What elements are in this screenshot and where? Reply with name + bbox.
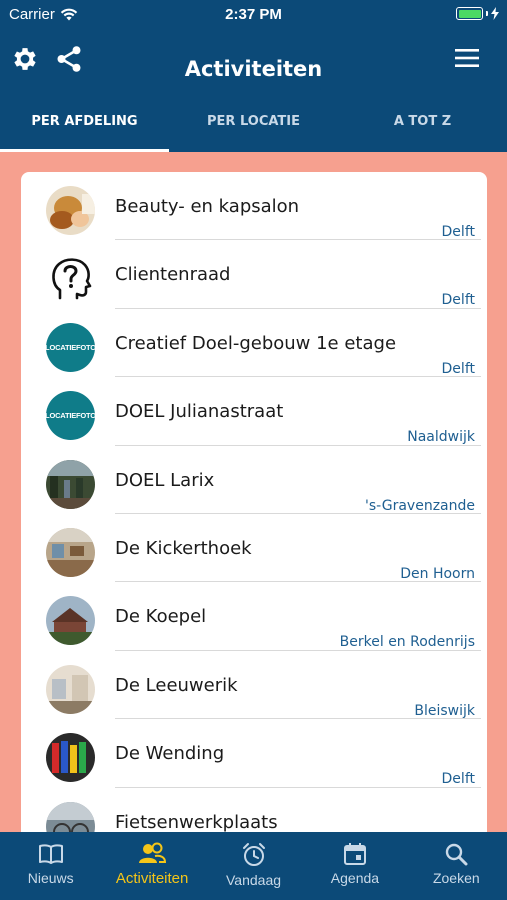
nav-bar: Activiteiten	[0, 30, 507, 102]
tab-vandaag[interactable]: Vandaag	[203, 832, 304, 900]
status-time: 2:37 PM	[225, 6, 282, 23]
item-location: Berkel en Rodenrijs	[339, 634, 475, 651]
charging-bolt-icon	[491, 7, 499, 20]
bottom-tab-bar: Nieuws Activiteiten Vandaag Agenda Zoeke…	[0, 832, 507, 900]
list-item[interactable]: De Leeuwerik Bleiswijk	[21, 651, 487, 720]
item-name: De Kickerthoek	[115, 537, 252, 559]
tab-a-tot-z[interactable]: A TOT Z	[338, 102, 507, 152]
item-location: Delft	[441, 224, 475, 240]
item-name: De Leeuwerik	[115, 674, 238, 696]
tab-agenda[interactable]: Agenda	[304, 832, 405, 900]
tab-per-locatie[interactable]: PER LOCATIE	[169, 102, 338, 152]
list-item[interactable]: De Wending Delft	[21, 719, 487, 788]
avatar	[46, 596, 95, 646]
list-item[interactable]: Clientenraad Delft	[21, 240, 487, 309]
tab-activiteiten[interactable]: Activiteiten	[101, 832, 202, 900]
avatar: LOCATIEFOTO	[46, 391, 95, 441]
avatar	[46, 527, 95, 577]
tab-label: Nieuws	[27, 870, 74, 886]
avatar	[46, 186, 95, 235]
locatiefoto-label: LOCATIEFOTO	[46, 411, 95, 421]
tab-label: Vandaag	[226, 872, 282, 888]
tab-per-afdeling[interactable]: PER AFDELING	[0, 102, 169, 152]
item-location: 's-Gravenzande	[365, 497, 475, 514]
list-item[interactable]: De Kickerthoek Den Hoorn	[21, 514, 487, 583]
avatar	[46, 459, 95, 509]
list-item[interactable]: De Koepel Berkel en Rodenrijs	[21, 582, 487, 651]
search-icon	[446, 843, 468, 866]
list-item[interactable]: LOCATIEFOTO DOEL Julianastraat Naaldwijk	[21, 377, 487, 446]
item-name: Creatief Doel-gebouw 1e etage	[115, 332, 397, 354]
avatar: LOCATIEFOTO	[46, 322, 95, 372]
item-location: Delft	[441, 360, 475, 377]
activity-list: Beauty- en kapsalon Delft Clientenraad D…	[21, 172, 487, 852]
item-name: Fietsenwerkplaats	[115, 811, 278, 833]
item-location: Delft	[441, 292, 475, 309]
item-location: Den Hoorn	[400, 565, 475, 582]
book-icon	[38, 844, 63, 864]
item-location: Naaldwijk	[407, 429, 475, 446]
people-icon	[139, 842, 167, 863]
alarm-clock-icon	[242, 843, 265, 866]
tab-label: Activiteiten	[115, 870, 189, 887]
calendar-icon	[343, 843, 366, 865]
item-name: Beauty- en kapsalon	[115, 196, 300, 217]
avatar	[46, 733, 95, 783]
segment-tabs: PER AFDELING PER LOCATIE A TOT Z	[0, 102, 507, 152]
list-item[interactable]: DOEL Larix 's-Gravenzande	[21, 446, 487, 514]
item-name: DOEL Larix	[115, 469, 215, 491]
item-name: De Wending	[115, 743, 225, 765]
item-location: Delft	[441, 771, 475, 788]
item-name: DOEL Julianastraat	[115, 401, 284, 423]
tab-label: Zoeken	[432, 870, 480, 886]
list-item[interactable]: Beauty- en kapsalon Delft	[21, 172, 487, 241]
status-bar: Carrier 2:37 PM	[0, 0, 507, 30]
menu-icon[interactable]	[455, 48, 479, 68]
tab-zoeken[interactable]: Zoeken	[406, 832, 507, 900]
item-name: Clientenraad	[115, 264, 231, 286]
item-name: De Koepel	[115, 606, 207, 628]
list-item[interactable]: LOCATIEFOTO Creatief Doel-gebouw 1e etag…	[21, 309, 487, 378]
page-title: Activiteiten	[184, 57, 323, 81]
avatar	[46, 664, 95, 714]
item-location: Bleiswijk	[414, 702, 475, 719]
locatiefoto-label: LOCATIEFOTO	[46, 342, 95, 352]
battery-icon	[456, 7, 499, 20]
question-head-icon	[46, 254, 95, 304]
tab-label: Agenda	[330, 870, 380, 886]
tab-nieuws[interactable]: Nieuws	[0, 832, 101, 900]
